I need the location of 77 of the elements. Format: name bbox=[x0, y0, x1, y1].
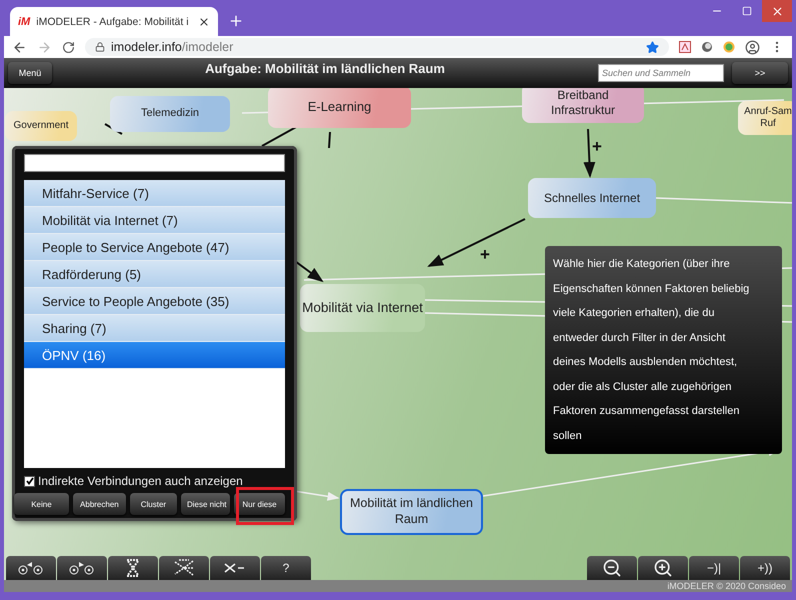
edge-label: + bbox=[592, 138, 602, 155]
factor-node[interactable]: Mobilität via Internet bbox=[300, 284, 425, 332]
node-label: Infrastruktur bbox=[550, 103, 616, 118]
toolbar-button[interactable] bbox=[159, 556, 209, 580]
indirect-checkbox[interactable]: Indirekte Verbindungen auch anzeigen bbox=[24, 473, 285, 489]
bookmark-star-icon[interactable] bbox=[646, 40, 659, 54]
search-field[interactable]: Suchen und Sammeln bbox=[598, 64, 724, 82]
pdf-extension-icon[interactable] bbox=[679, 41, 691, 53]
back-icon[interactable] bbox=[12, 40, 27, 54]
node-label: Mobilität im ländlichen bbox=[350, 496, 473, 512]
node-label: Mobilität via Internet bbox=[302, 300, 423, 316]
globe-extension-icon[interactable] bbox=[723, 41, 735, 53]
reload-icon[interactable] bbox=[62, 40, 75, 54]
toolbar-button[interactable] bbox=[638, 556, 688, 580]
category-item[interactable]: Mobilität via Internet (7) bbox=[24, 207, 285, 234]
filter-input[interactable] bbox=[24, 154, 285, 172]
network-icon bbox=[173, 559, 195, 577]
factor-node[interactable]: Breitband Infrastruktur bbox=[522, 88, 644, 123]
tab-title: iMODELER - Aufgabe: Mobilität i bbox=[36, 16, 190, 28]
dialog-button[interactable]: Diese nicht bbox=[180, 493, 230, 515]
close-button[interactable] bbox=[762, 0, 792, 22]
category-item[interactable]: ÖPNV (16) bbox=[24, 342, 285, 369]
left-node-icon bbox=[18, 561, 44, 575]
category-item[interactable]: Sharing (7) bbox=[24, 315, 285, 342]
close-icon[interactable] bbox=[198, 16, 210, 28]
circle-extension-icon[interactable] bbox=[701, 41, 713, 53]
category-item[interactable]: Service to People Angebote (35) bbox=[24, 288, 285, 315]
factor-node[interactable]: Telemedizin bbox=[110, 96, 230, 132]
toolbar-button[interactable] bbox=[587, 556, 637, 580]
page-title: Aufgabe: Mobilität im ländlichen Raum bbox=[204, 60, 446, 76]
factor-node[interactable]: Schnelles Internet bbox=[528, 178, 656, 218]
factor-node[interactable]: Anruf-Sam Ruf bbox=[738, 101, 792, 135]
help-tooltip: Wähle hier die Kategorien (über ihre Eigenschaften können Faktoren beliebig viele Kategorien erhalten), die du entweder durch Filter in der Ansicht deines Modells ausblenden möchtest, oder die als Cluster alle zugehörigen Faktoren zusammengefasst darstellen sollen bbox=[545, 246, 782, 454]
dialog-button[interactable]: Cluster bbox=[130, 493, 177, 515]
node-label: Raum bbox=[394, 512, 428, 528]
toolbar-button[interactable] bbox=[6, 556, 56, 580]
favicon: iM bbox=[18, 16, 30, 28]
url-text: imodeler.info/imodeler bbox=[111, 40, 234, 54]
node-label: E-Learning bbox=[308, 98, 372, 116]
factor-node[interactable]: Mobilität im ländlichen Raum bbox=[340, 489, 483, 535]
zoom-in-icon bbox=[653, 558, 673, 578]
dialog-button[interactable]: Keine bbox=[14, 493, 69, 515]
node-label: Ruf bbox=[760, 118, 776, 130]
toolbar-button[interactable] bbox=[210, 556, 260, 580]
next-button[interactable]: >> bbox=[732, 62, 788, 84]
menu-button[interactable]: Menü bbox=[8, 62, 52, 84]
checkmark-icon bbox=[26, 477, 34, 486]
toolbar-button[interactable] bbox=[108, 556, 158, 580]
node-label: Government bbox=[13, 120, 69, 132]
profile-icon[interactable] bbox=[745, 40, 760, 54]
category-item[interactable]: Mitfahr-Service (7) bbox=[24, 180, 285, 207]
category-item[interactable]: People to Service Angebote (47) bbox=[24, 234, 285, 261]
factor-node[interactable]: E-Learning bbox=[268, 88, 411, 128]
right-node-icon bbox=[69, 561, 95, 575]
category-item[interactable]: Radförderung (5) bbox=[24, 261, 285, 288]
copyright-footer: iMODELER © 2020 Consideo bbox=[4, 580, 792, 592]
dialog-button[interactable]: Abbrechen bbox=[72, 493, 126, 515]
toolbar-button[interactable]: ? bbox=[261, 556, 311, 580]
node-label: Anruf-Sam bbox=[744, 106, 792, 118]
factor-node[interactable]: Government bbox=[5, 111, 77, 141]
toolbar-button[interactable]: −)| bbox=[689, 556, 739, 580]
node-label: Schnelles Internet bbox=[544, 190, 640, 206]
address-field[interactable]: imodeler.info/imodeler bbox=[85, 38, 669, 56]
node-label: Telemedizin bbox=[140, 107, 200, 121]
close-icon bbox=[770, 4, 784, 18]
cross-icon bbox=[125, 559, 141, 577]
toolbar-button[interactable]: +)) bbox=[740, 556, 790, 580]
node-label: Breitband bbox=[557, 88, 609, 103]
zoom-out-icon bbox=[602, 558, 622, 578]
lock-icon bbox=[95, 42, 105, 52]
edge-label: + bbox=[480, 246, 490, 263]
collapse-icon bbox=[223, 562, 247, 574]
browser-tab[interactable]: iM iMODELER - Aufgabe: Mobilität i bbox=[10, 7, 218, 36]
new-tab-icon[interactable] bbox=[228, 13, 244, 29]
maximize-icon bbox=[742, 6, 752, 16]
dialog-button[interactable]: Nur diese bbox=[234, 493, 285, 515]
toolbar-button[interactable] bbox=[57, 556, 107, 580]
